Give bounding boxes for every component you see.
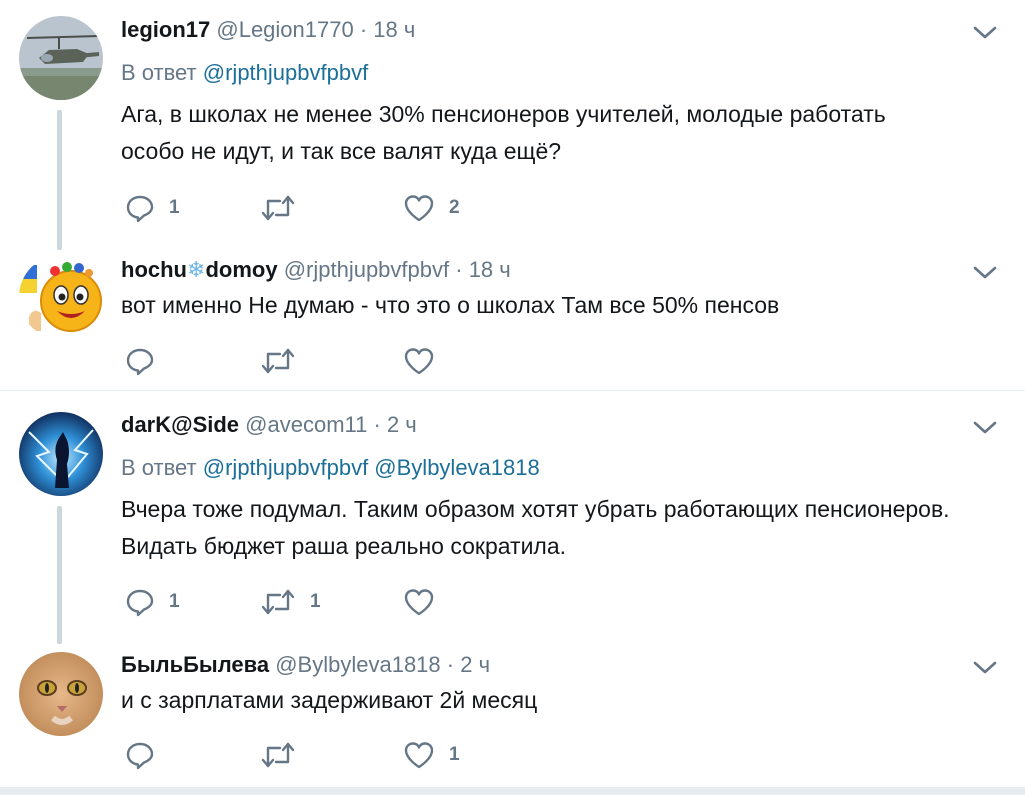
thread-line: [57, 506, 62, 644]
tweet-actions: 1 1: [121, 587, 521, 617]
tweet-header: БыльБылева @Bylbyleva1818 · 2 ч: [121, 652, 490, 678]
like-icon: [403, 587, 435, 617]
user-handle[interactable]: @Legion1770: [216, 17, 353, 42]
avatar[interactable]: [19, 16, 103, 100]
replying-to: В ответ @rjpthjupbvfpbvf @Bylbyleva1818: [121, 455, 540, 481]
like-button[interactable]: [403, 587, 449, 617]
reply-prefix: В ответ: [121, 455, 197, 480]
tweet-text-line: и с зарплатами задерживают 2й месяц: [121, 687, 538, 713]
retweet-icon: [260, 346, 296, 376]
caret-down-icon[interactable]: [972, 419, 998, 437]
retweet-button[interactable]: [260, 193, 310, 223]
timestamp[interactable]: 2 ч: [460, 652, 490, 677]
tweet-4[interactable]: БыльБылева @Bylbyleva1818 · 2 ч и с зарп…: [0, 644, 1025, 787]
display-name[interactable]: БыльБылева: [121, 652, 269, 677]
like-icon: [403, 346, 435, 376]
tweet-text: Вчера тоже подумал. Таким образом хотят …: [121, 491, 1011, 565]
like-icon: [403, 740, 435, 770]
separator-dot: ·: [373, 412, 381, 437]
tweet-actions: 1 2: [121, 193, 521, 223]
like-icon: [403, 193, 435, 223]
reply-mention-link[interactable]: @rjpthjupbvfpbvf: [203, 60, 368, 85]
like-count: 2: [449, 197, 460, 218]
tweet-3[interactable]: darK@Side @avecom11 · 2 ч В ответ @rjpth…: [0, 391, 1025, 644]
caret-down-icon[interactable]: [972, 264, 998, 282]
tweet-text: Ага, в школах не менее 30% пенсионеров у…: [121, 96, 1011, 170]
tweet-text-line: вот именно Не думаю - что это о школах Т…: [121, 292, 780, 318]
reply-icon: [125, 193, 155, 223]
like-button[interactable]: 1: [403, 740, 460, 770]
reply-count: 1: [169, 591, 180, 612]
user-handle[interactable]: @Bylbyleva1818: [275, 652, 440, 677]
tweet-text-line: Видать бюджет раша реально сократила.: [121, 533, 567, 559]
like-button[interactable]: [403, 346, 449, 376]
avatar[interactable]: [19, 412, 103, 496]
display-name[interactable]: legion17: [121, 17, 210, 42]
retweet-icon: [260, 193, 296, 223]
bottom-separator: [0, 787, 1025, 795]
separator-dot: ·: [359, 17, 368, 42]
retweet-button[interactable]: [260, 740, 310, 770]
tweet-actions: [121, 346, 521, 376]
tweet-header: legion17 @Legion1770 · 18 ч: [121, 17, 415, 43]
reply-prefix: В ответ: [121, 60, 197, 85]
like-button[interactable]: 2: [403, 193, 460, 223]
retweet-button[interactable]: 1: [260, 587, 321, 617]
replying-to: В ответ @rjpthjupbvfpbvf: [121, 60, 368, 86]
tweet-text-line: особо не идут, и так все валят куда ещё?: [121, 138, 562, 164]
thread-line: [57, 110, 62, 250]
reply-button[interactable]: 1: [125, 587, 180, 617]
retweet-count: 1: [310, 591, 321, 612]
caret-down-icon[interactable]: [972, 659, 998, 677]
cat-avatar-image: [19, 652, 103, 736]
timestamp[interactable]: 18 ч: [373, 17, 415, 42]
reply-button[interactable]: [125, 740, 169, 770]
display-name-part: domoy: [205, 257, 278, 282]
separator-dot: ·: [446, 652, 455, 677]
like-count: 1: [449, 744, 460, 765]
reply-button[interactable]: [125, 346, 169, 376]
user-handle[interactable]: @avecom11: [245, 412, 367, 437]
display-name[interactable]: darK@Side: [121, 412, 239, 437]
helicopter-avatar-image: [19, 16, 103, 100]
avatar[interactable]: [19, 255, 103, 339]
avatar[interactable]: [19, 652, 103, 736]
user-handle[interactable]: @rjpthjupbvfpbvf: [284, 257, 449, 282]
display-name-part: hochu: [121, 257, 187, 282]
tweet-text-line: Ага, в школах не менее 30% пенсионеров у…: [121, 101, 886, 127]
display-name[interactable]: hochu❄domoy: [121, 257, 278, 282]
tweet-header: hochu❄domoy @rjpthjupbvfpbvf · 18 ч: [121, 257, 511, 283]
reply-icon: [125, 587, 155, 617]
reply-icon: [125, 346, 155, 376]
tweet-text-line: Вчера тоже подумал. Таким образом хотят …: [121, 496, 950, 522]
tweet-text: и с зарплатами задерживают 2й месяц: [121, 682, 1011, 719]
reply-mention-link[interactable]: @rjpthjupbvfpbvf @Bylbyleva1818: [203, 455, 540, 480]
tweet-actions: 1: [121, 740, 521, 770]
tweet-header: darK@Side @avecom11 · 2 ч: [121, 412, 417, 438]
tweet-1[interactable]: legion17 @Legion1770 · 18 ч В ответ @rjp…: [0, 0, 1025, 250]
caret-down-icon[interactable]: [972, 24, 998, 42]
tweet-2[interactable]: hochu❄domoy @rjpthjupbvfpbvf · 18 ч вот …: [0, 250, 1025, 388]
smiley-avatar-image: [19, 255, 103, 339]
retweet-button[interactable]: [260, 346, 310, 376]
separator-dot: ·: [455, 257, 463, 282]
retweet-icon: [260, 740, 296, 770]
reply-count: 1: [169, 197, 180, 218]
tweet-text: вот именно Не думаю - что это о школах Т…: [121, 287, 1011, 324]
snowflake-emoji: ❄: [187, 257, 206, 282]
timestamp[interactable]: 18 ч: [469, 257, 511, 282]
retweet-icon: [260, 587, 296, 617]
wolf-lightning-avatar-image: [19, 412, 103, 496]
reply-button[interactable]: 1: [125, 193, 180, 223]
timestamp[interactable]: 2 ч: [387, 412, 417, 437]
reply-icon: [125, 740, 155, 770]
